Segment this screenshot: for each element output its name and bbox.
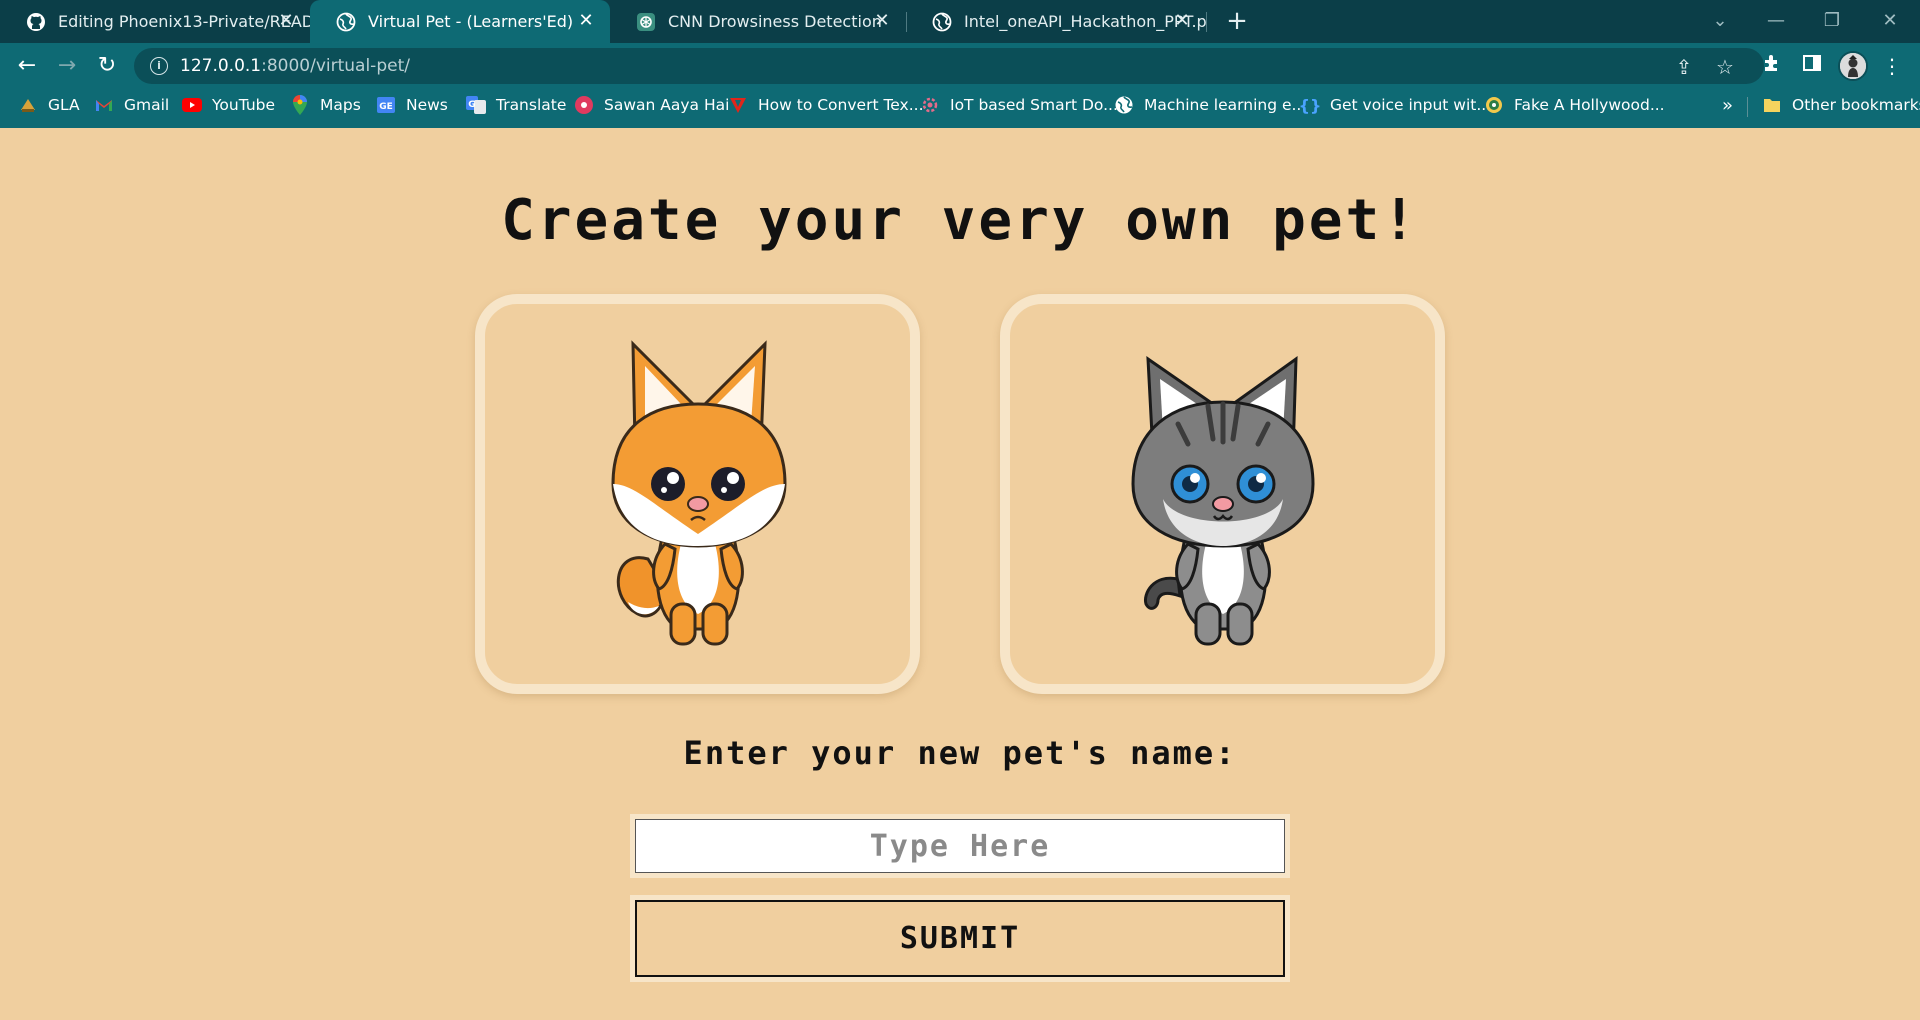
window-close-icon[interactable]: ✕ [1870,4,1910,38]
bookmark-gla[interactable]: GLA [18,89,80,121]
other-bookmarks[interactable]: Other bookmarks [1762,89,1920,121]
bookmark-label: Maps [320,96,361,114]
bookmark-label: Other bookmarks [1792,96,1920,114]
bookmark-label: Translate [496,96,567,114]
url-host: 127.0.0.1 [180,56,262,76]
bookmark-star-icon[interactable]: ☆ [1714,56,1736,78]
braces-icon: {} [1298,95,1322,115]
cat-pet-icon [1130,356,1315,646]
bookmark-news[interactable]: GE News [376,89,448,121]
bookmark-label: Gmail [124,96,170,114]
tab-label: Intel_oneAPI_Hackathon_PPT.png [964,12,1206,31]
bookmark-label: IoT based Smart Do... [950,96,1118,114]
url-path: :8000/virtual-pet/ [261,56,410,76]
bookmark-fake-hollywood[interactable]: Fake A Hollywood... [1484,89,1665,121]
page-content: Create your very own pet! Enter your new… [0,128,1920,1020]
tab-label: Editing Phoenix13-Private/READM [58,12,310,31]
openai-icon [636,12,656,32]
tab-strip: Editing Phoenix13-Private/READM ✕ Virtua… [0,0,1920,43]
pet-card-cat[interactable] [1000,294,1445,694]
bookmarks-bar: GLA Gmail YouTube Maps GE News G Transla… [0,89,1920,128]
close-icon[interactable]: ✕ [276,11,296,31]
gmail-icon [94,95,114,115]
close-icon[interactable]: ✕ [576,11,596,31]
bookmark-label: Fake A Hollywood... [1514,96,1665,114]
side-panel-icon[interactable] [1800,53,1824,79]
share-icon[interactable]: ⇪ [1673,56,1695,78]
profile-avatar[interactable] [1838,51,1868,81]
reload-icon[interactable]: ↻ [92,51,122,81]
translate-icon: G [466,95,486,115]
bookmark-convert-text[interactable]: How to Convert Tex... [728,89,924,121]
tab-search-icon[interactable]: ⌄ [1700,4,1740,38]
bookmark-youtube[interactable]: YouTube [182,89,275,121]
tab-github-readme[interactable]: Editing Phoenix13-Private/READM ✕ [0,0,310,43]
pet-name-input[interactable] [635,819,1285,873]
tab-separator [1206,12,1207,32]
news-icon: GE [376,95,396,115]
github-icon [26,12,46,32]
bookmark-voice-input[interactable]: {} Get voice input wit... [1298,89,1492,121]
bookmark-label: GLA [48,96,80,114]
bookmarks-separator [1747,97,1748,117]
address-bar[interactable]: i 127.0.0.1:8000/virtual-pet/ ⇪ ☆ [134,48,1764,84]
youtube-icon [182,95,202,115]
info-icon[interactable]: i [150,57,168,75]
pet-name-prompt: Enter your new pet's name: [683,734,1237,772]
bookmark-iot[interactable]: IoT based Smart Do... [920,89,1118,121]
bookmark-label: Get voice input wit... [1330,96,1492,114]
folder-icon [1762,95,1782,115]
bookmark-maps[interactable]: Maps [290,89,361,121]
close-icon[interactable]: ✕ [872,11,892,31]
svg-text:GE: GE [379,102,393,112]
browser-toolbar: ← → ↻ i 127.0.0.1:8000/virtual-pet/ ⇪ ☆ … [0,43,1920,89]
page-title: Create your very own pet! [501,188,1419,253]
tab-virtual-pet[interactable]: Virtual Pet - (Learners'Ed) ✕ [310,0,610,43]
globe-icon [336,12,356,32]
new-tab-button[interactable]: + [1222,7,1252,37]
globe-icon [932,12,952,32]
pet-card-fox[interactable] [475,294,920,694]
bookmark-label: News [406,96,448,114]
bookmark-label: YouTube [212,96,276,114]
bookmark-gmail[interactable]: Gmail [94,89,169,121]
gla-icon [18,95,38,115]
menu-kebab-icon[interactable]: ⋮ [1880,53,1904,79]
restore-icon[interactable]: ❐ [1812,4,1852,38]
tab-label: Virtual Pet - (Learners'Ed) [368,12,574,31]
back-icon[interactable]: ← [12,51,42,81]
extensions-icon[interactable] [1760,53,1784,79]
fox-pet-icon [610,340,787,646]
circle-icon [1484,95,1504,115]
bookmark-label: Sawan Aaya Hai [604,96,730,114]
tab-cnn-drowsiness[interactable]: CNN Drowsiness Detection ✕ [610,0,906,43]
submit-button[interactable]: SUBMIT [635,900,1285,977]
minimize-icon[interactable]: — [1756,4,1796,38]
bookmark-label: How to Convert Tex... [758,96,924,114]
music-icon [574,95,594,115]
red-v-icon [728,95,748,115]
globe-icon [1114,95,1134,115]
tab-intel-ppt[interactable]: Intel_oneAPI_Hackathon_PPT.png ✕ [906,0,1206,43]
close-icon[interactable]: ✕ [1172,11,1192,31]
forward-icon[interactable]: → [52,51,82,81]
svg-text:G: G [468,100,475,110]
bookmark-label: Machine learning e... [1144,96,1307,114]
bookmark-sawan[interactable]: Sawan Aaya Hai [574,89,729,121]
pet-name-input-frame [630,814,1290,878]
gear-icon [920,95,940,115]
bookmark-machine-learning[interactable]: Machine learning e... [1114,89,1306,121]
submit-button-frame: SUBMIT [630,895,1290,982]
bookmark-translate[interactable]: G Translate [466,89,566,121]
maps-icon [290,95,310,115]
bookmarks-overflow-button[interactable]: » [1722,95,1733,116]
tab-label: CNN Drowsiness Detection [668,12,882,31]
